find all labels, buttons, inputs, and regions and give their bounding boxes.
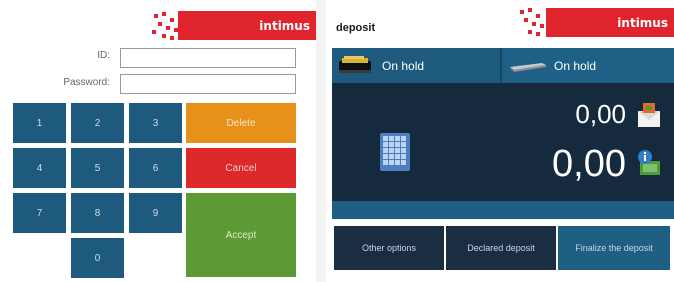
bill-tray-icon xyxy=(336,55,376,77)
password-field[interactable] xyxy=(120,74,296,94)
page-title: deposit xyxy=(336,22,376,34)
key-3[interactable]: 3 xyxy=(129,103,182,143)
accept-button[interactable]: Accept xyxy=(186,193,296,277)
tray-tabs: On hold On hold xyxy=(332,48,674,83)
other-options-button[interactable]: Other options xyxy=(334,226,444,270)
keypad-grid-icon[interactable] xyxy=(380,133,410,176)
key-6[interactable]: 6 xyxy=(129,148,182,188)
amount-total: 0,00 xyxy=(552,143,626,185)
delete-button[interactable]: Delete xyxy=(186,103,296,143)
id-field[interactable] xyxy=(120,48,296,68)
tab-bill-tray[interactable]: On hold xyxy=(332,48,502,83)
brand-dots-icon xyxy=(150,10,180,42)
key-5[interactable]: 5 xyxy=(71,148,124,188)
key-1[interactable]: 1 xyxy=(13,103,66,143)
key-2[interactable]: 2 xyxy=(71,103,124,143)
key-7[interactable]: 7 xyxy=(13,193,66,233)
envelope-icon xyxy=(636,101,662,129)
key-8[interactable]: 8 xyxy=(71,193,124,233)
tab-label: On hold xyxy=(554,58,597,73)
brand-logo: intimus xyxy=(546,8,674,37)
brand-dots-icon xyxy=(516,6,546,38)
deposit-panel: deposit intimus On hold On hold 0,00 0,0… xyxy=(326,0,674,282)
cancel-button[interactable]: Cancel xyxy=(186,148,296,188)
tab-label: On hold xyxy=(382,58,425,73)
deposit-display: 0,00 0,00 xyxy=(332,83,674,201)
key-9[interactable]: 9 xyxy=(129,193,182,233)
password-label: Password: xyxy=(63,77,110,88)
status-strip xyxy=(332,201,674,219)
info-money-icon[interactable] xyxy=(636,149,662,177)
finalize-deposit-button[interactable]: Finalize the deposit xyxy=(558,226,670,270)
brand-logo: intimus xyxy=(178,11,316,40)
key-4[interactable]: 4 xyxy=(13,148,66,188)
id-label: ID: xyxy=(97,50,110,61)
key-0[interactable]: 0 xyxy=(71,238,124,278)
tab-coin-tray[interactable]: On hold xyxy=(504,48,674,83)
panel-divider xyxy=(316,0,326,282)
declared-deposit-button[interactable]: Declared deposit xyxy=(446,226,556,270)
login-panel: intimus ID: Password: 1 2 3 4 5 6 7 8 9 … xyxy=(0,0,316,282)
amount-in-tray: 0,00 xyxy=(575,99,626,129)
coin-tray-icon xyxy=(508,55,548,77)
